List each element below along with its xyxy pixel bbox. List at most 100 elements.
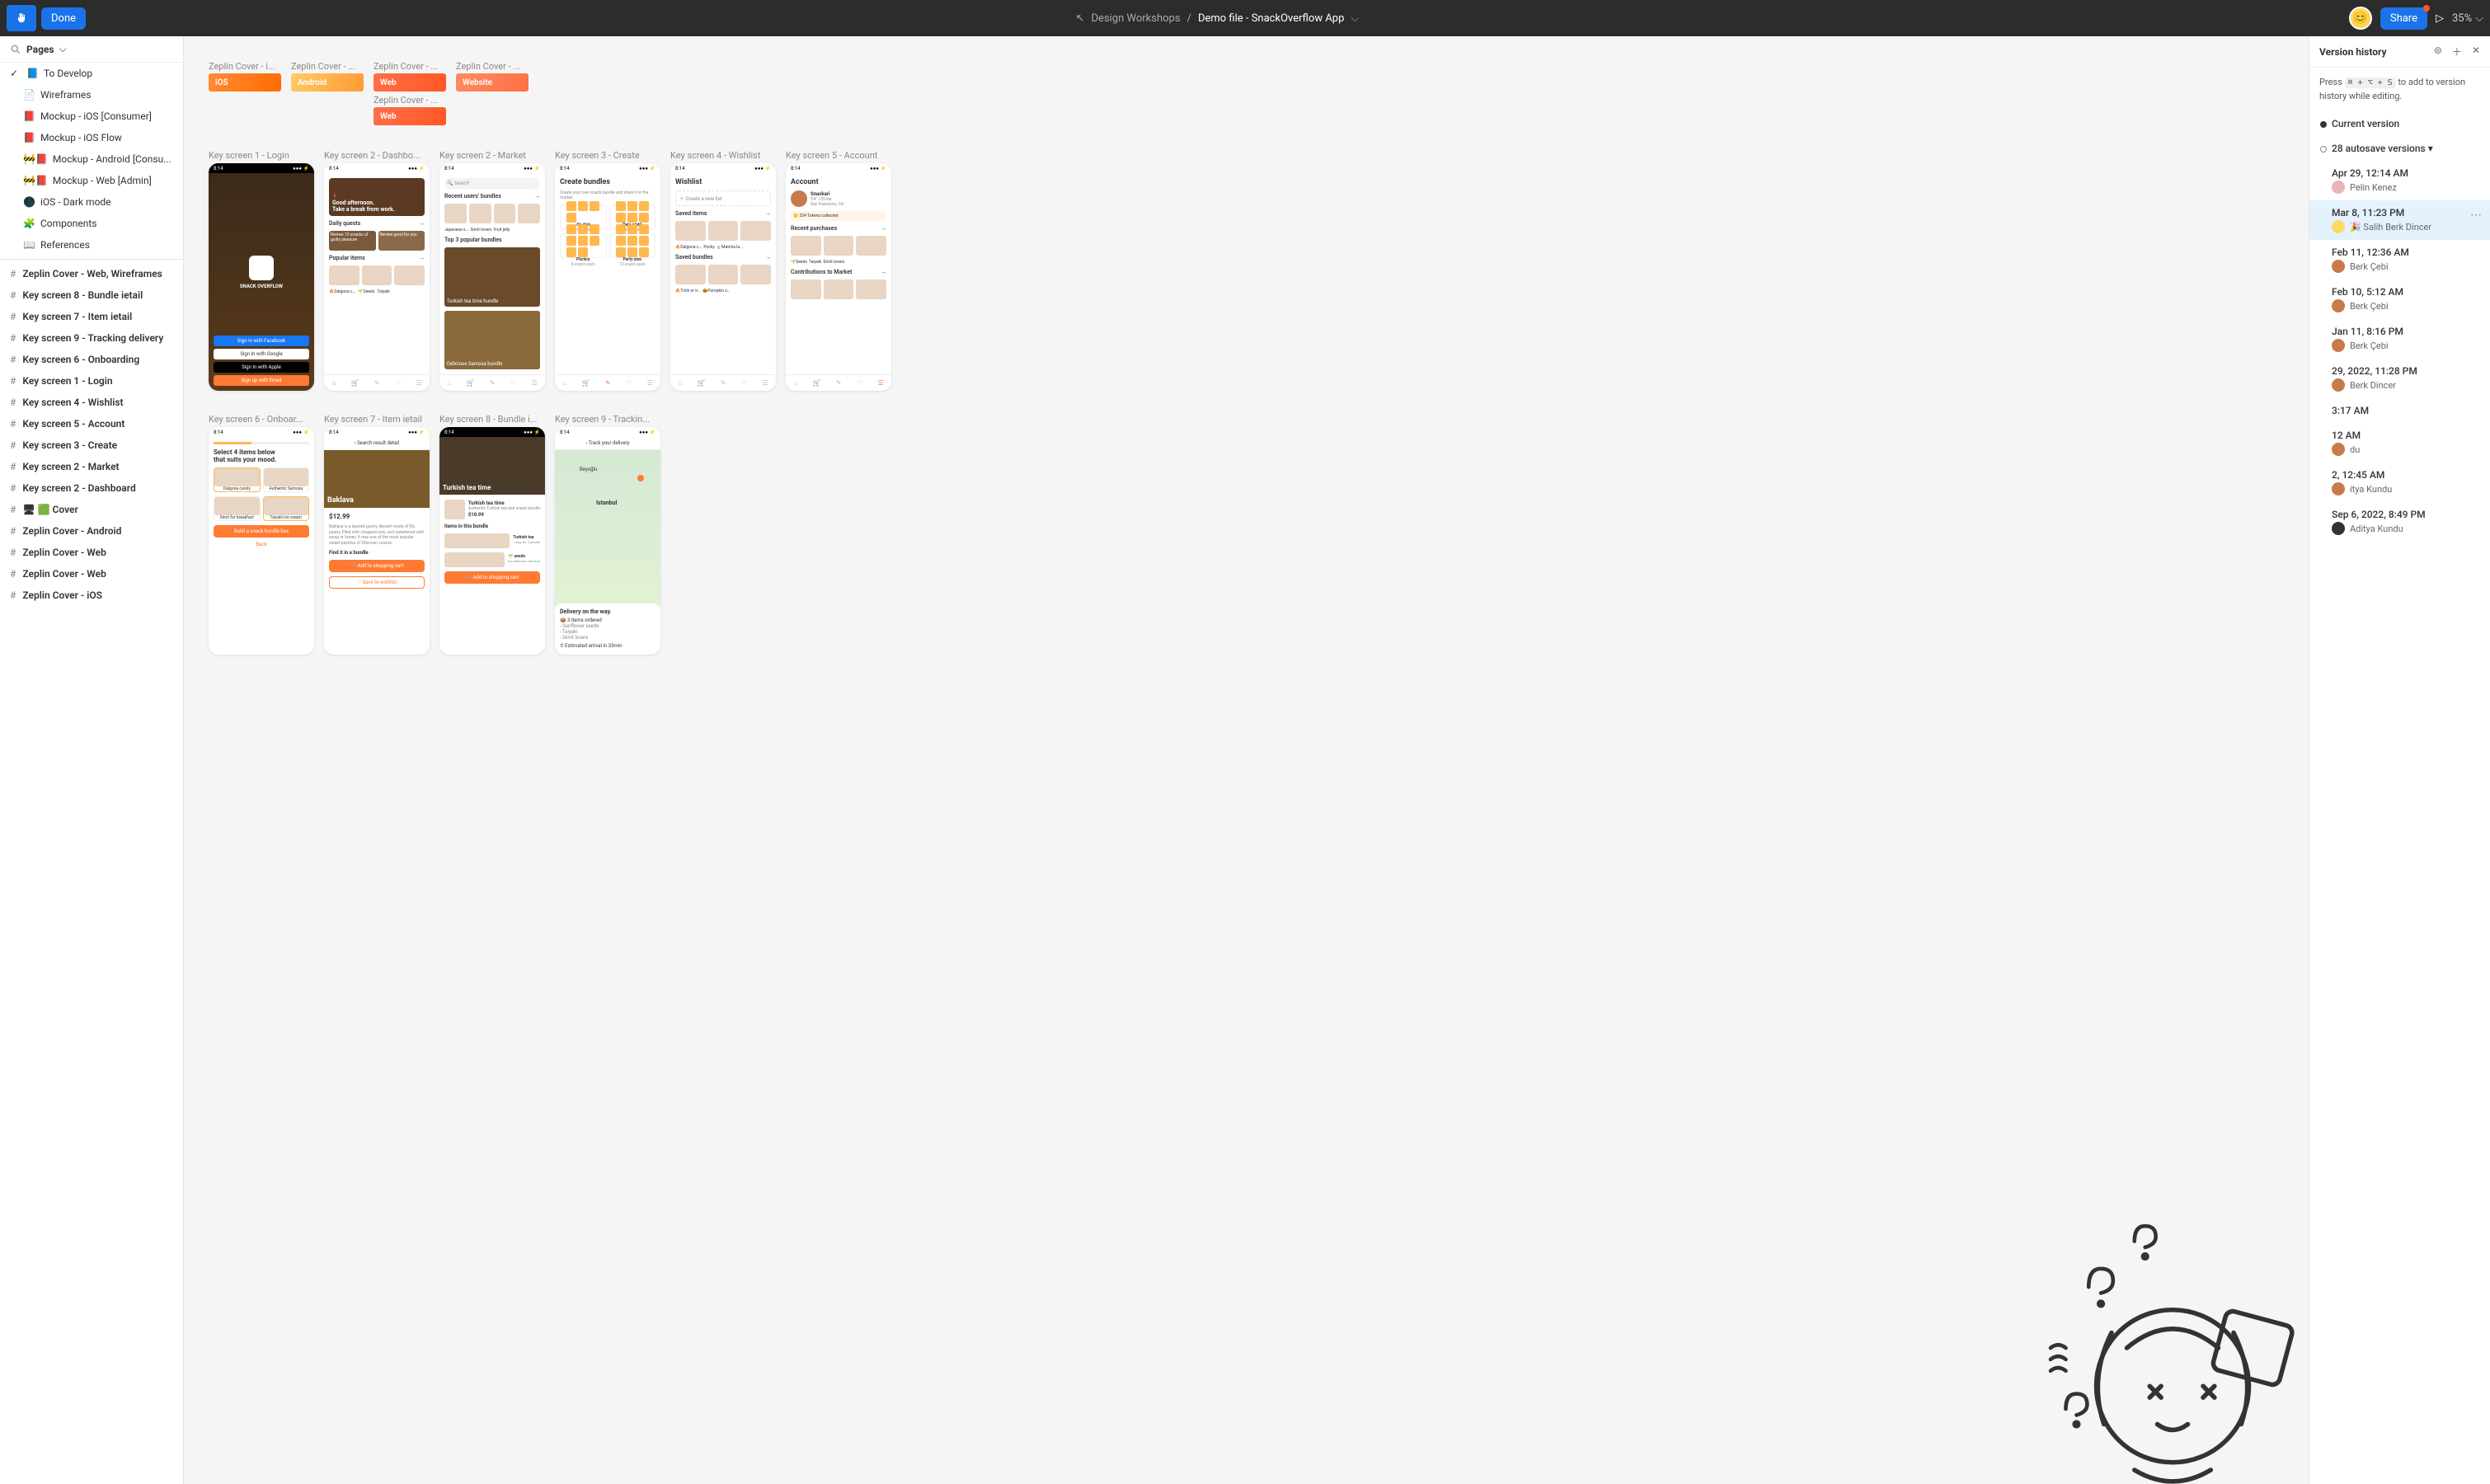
frame-item[interactable]: #Key screen 7 - Item ietail [0, 306, 183, 327]
frame-item[interactable]: #Key screen 9 - Tracking delivery [0, 327, 183, 349]
author-avatar [2332, 181, 2345, 194]
autosave-toggle[interactable]: 28 autosave versions ▾ [2309, 136, 2490, 161]
mock-statusbar: 8:14●●● ⚡ [209, 163, 314, 173]
author-name: Aditya Kundu [2350, 524, 2403, 534]
frame-item[interactable]: #Key screen 8 - Bundle ietail [0, 284, 183, 306]
frame-label: Key screen 2 - Dashboard [22, 482, 135, 494]
frame-item[interactable]: #Key screen 3 - Create [0, 434, 183, 456]
search-icon[interactable] [10, 44, 21, 55]
mock-screen-tracking[interactable]: 8:14●●● ⚡‹ Track your deliveryBeyoğluIst… [555, 427, 660, 655]
page-icon: 📕 [23, 132, 35, 143]
version-time: 12 AM [2332, 430, 2480, 441]
cover-frame[interactable]: Zeplin Cover - ...Web [374, 61, 446, 92]
screen-frame[interactable]: Key screen 4 - Wishlist8:14●●● ⚡Wishlist… [670, 150, 776, 391]
breadcrumb-parent[interactable]: Design Workshops [1092, 12, 1181, 25]
frame-item[interactable]: #Zeplin Cover - Android [0, 520, 183, 542]
breadcrumb-file[interactable]: Demo file - SnackOverflow App [1198, 12, 1344, 25]
version-time: Apr 29, 12:14 AM [2332, 167, 2480, 179]
mock-navbar: ⌂🛒✎♡☰ [555, 374, 660, 391]
screen-frame[interactable]: Key screen 9 - Trackin...8:14●●● ⚡‹ Trac… [555, 414, 660, 655]
screen-frame[interactable]: Key screen 1 - Login8:14●●● ⚡SNACK OVERF… [209, 150, 314, 391]
hand-tool-button[interactable] [7, 5, 36, 31]
mock-screen-login[interactable]: 8:14●●● ⚡SNACK OVERFLOWSign In with Face… [209, 163, 314, 391]
page-item[interactable]: 📕Mockup - iOS [Consumer] [0, 106, 183, 127]
page-label: Mockup - Web [Admin] [53, 175, 152, 186]
frame-item[interactable]: #Key screen 1 - Login [0, 370, 183, 392]
mock-screen-wishlist[interactable]: 8:14●●● ⚡Wishlist＋ Create a new listSave… [670, 163, 776, 391]
screen-frame[interactable]: Key screen 2 - Market8:14●●● ⚡🔍 SearchRe… [439, 150, 545, 391]
version-row[interactable]: Mar 8, 11:23 PM🎉 Salih Berk Dincer⋯ [2309, 200, 2490, 240]
author-avatar [2332, 260, 2345, 273]
frame-item[interactable]: #Zeplin Cover - Web [0, 563, 183, 585]
cover-frame[interactable]: Zeplin Cover - i...iOS [209, 61, 281, 92]
frame-item[interactable]: #Key screen 5 - Account [0, 413, 183, 434]
add-icon[interactable]: ＋ [2452, 45, 2462, 59]
frame-item[interactable]: #Zeplin Cover - iOS [0, 585, 183, 606]
frame-label: Key screen 7 - Item ietail [324, 414, 430, 425]
version-row[interactable]: Jan 11, 8:16 PMBerk Çebi [2309, 319, 2490, 359]
zoom-control[interactable]: 35% ⌵ [2452, 12, 2483, 25]
screen-frame[interactable]: Key screen 5 - Account8:14●●● ⚡AccountSn… [786, 150, 891, 391]
present-icon[interactable]: ▷ [2436, 12, 2444, 25]
cover-frame[interactable]: Zeplin Cover - ...Website [456, 61, 529, 92]
page-item[interactable]: ✓📘To Develop [0, 63, 183, 84]
breadcrumb[interactable]: ↖ Design Workshops / Demo file - SnackOv… [86, 12, 2349, 25]
frame-item[interactable]: #Key screen 2 - Market [0, 456, 183, 477]
filter-icon[interactable]: ⊜ [2434, 45, 2442, 59]
frame-icon: # [10, 418, 16, 430]
version-row[interactable]: 2, 12:45 AMitya Kundu [2309, 463, 2490, 502]
current-version-row[interactable]: Current version [2309, 111, 2490, 136]
page-item[interactable]: 🚧📕Mockup - Web [Admin] [0, 170, 183, 191]
frame-item[interactable]: #Key screen 4 - Wishlist [0, 392, 183, 413]
more-icon[interactable]: ⋯ [2470, 209, 2482, 222]
page-item[interactable]: 📕Mockup - iOS Flow [0, 127, 183, 148]
mock-screen-bundle[interactable]: 8:14●●● ⚡Turkish tea timeTurkish tea tim… [439, 427, 545, 655]
close-icon[interactable]: ✕ [2472, 45, 2480, 59]
frame-item[interactable]: #🖥 🟩 Cover [0, 499, 183, 520]
mock-navbar: ⌂🛒✎♡☰ [324, 374, 430, 391]
mock-screen-onboarding[interactable]: 8:14●●● ⚡Select 4 items belowthat suits … [209, 427, 314, 655]
screen-frame[interactable]: Key screen 7 - Item ietail 8:14●●● ⚡‹ Sea… [324, 414, 430, 655]
version-row[interactable]: Feb 10, 5:12 AMBerk Çebi [2309, 279, 2490, 319]
page-item[interactable]: 🧩Components [0, 213, 183, 234]
screen-frame[interactable]: Key screen 6 - Onboar...8:14●●● ⚡Select … [209, 414, 314, 655]
version-row[interactable]: 3:17 AM [2309, 398, 2490, 423]
page-item[interactable]: 🌑iOS - Dark mode [0, 191, 183, 213]
canvas[interactable]: Zeplin Cover - i...iOS Zeplin Cover - ...… [184, 36, 2309, 1484]
pages-header[interactable]: Pages ⌵ [0, 36, 183, 63]
screen-frame[interactable]: Key screen 2 - Dashbo...8:14●●● ⚡📍Good a… [324, 150, 430, 391]
frame-label: Zeplin Cover - ... [456, 61, 529, 72]
cover-frame[interactable]: Zeplin Cover - ...Android [291, 61, 364, 92]
frame-icon: # [10, 268, 16, 279]
version-time: 2, 12:45 AM [2332, 469, 2480, 481]
mock-screen-item[interactable]: 8:14●●● ⚡‹ Search result detailBaklava$1… [324, 427, 430, 655]
frame-item[interactable]: #Zeplin Cover - Web, Wireframes [0, 263, 183, 284]
page-item[interactable]: 🚧📕Mockup - Android [Consu... [0, 148, 183, 170]
frame-item[interactable]: #Key screen 6 - Onboarding [0, 349, 183, 370]
version-row[interactable]: Apr 29, 12:14 AMPelin Kenez [2309, 161, 2490, 200]
mock-screen-market[interactable]: 8:14●●● ⚡🔍 SearchRecent users' bundles→J… [439, 163, 545, 391]
chevron-down-icon[interactable]: ⌵ [1351, 12, 1359, 25]
version-row[interactable]: Feb 11, 12:36 AMBerk Çebi [2309, 240, 2490, 279]
frame-item[interactable]: #Zeplin Cover - Web [0, 542, 183, 563]
screen-frame[interactable]: Key screen 3 - Create8:14●●● ⚡Create bun… [555, 150, 660, 391]
mock-screen-create[interactable]: 8:14●●● ⚡Create bundlesCreate your own s… [555, 163, 660, 391]
screen-frame[interactable]: Key screen 8 - Bundle i...8:14●●● ⚡Turki… [439, 414, 545, 655]
author-name: du [2350, 444, 2360, 455]
share-button[interactable]: Share [2380, 7, 2427, 30]
version-history-panel: Version history ⊜ ＋ ✕ Press ⌘ + ⌥ + S to… [2309, 36, 2490, 1484]
cover-frame[interactable]: Zeplin Cover - ... Web [374, 95, 446, 125]
cover-chip: Web [374, 73, 446, 92]
done-button[interactable]: Done [41, 7, 86, 30]
breadcrumb-separator: / [1187, 12, 1191, 25]
author-name: Berk Çebi [2350, 301, 2389, 312]
version-row[interactable]: 12 AM du [2309, 423, 2490, 463]
page-item[interactable]: 📖References [0, 234, 183, 256]
mock-screen-account[interactable]: 8:14●●● ⚡AccountSnackari5'4" 135 lbsSan … [786, 163, 891, 391]
page-item[interactable]: 📄Wireframes [0, 84, 183, 106]
version-row[interactable]: Sep 6, 2022, 8:49 PMAditya Kundu [2309, 502, 2490, 542]
user-avatar[interactable]: 😊 [2349, 7, 2372, 30]
version-row[interactable]: 29, 2022, 11:28 PMBerk Dincer [2309, 359, 2490, 398]
mock-screen-dashboard[interactable]: 8:14●●● ⚡📍Good afternoon.Take a break fr… [324, 163, 430, 391]
frame-item[interactable]: #Key screen 2 - Dashboard [0, 477, 183, 499]
